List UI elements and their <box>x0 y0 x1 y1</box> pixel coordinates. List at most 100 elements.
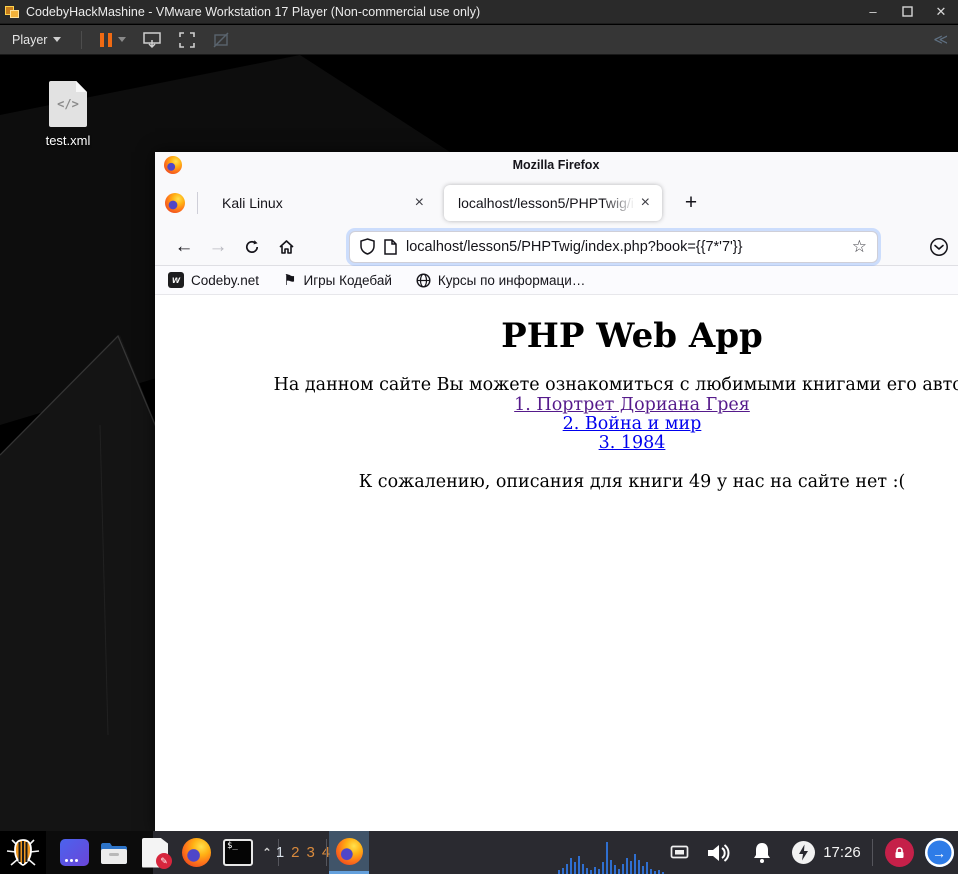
desktop-file-label: test.xml <box>45 133 91 148</box>
player-menu[interactable]: Player <box>0 25 71 54</box>
firefox-logo-icon <box>165 193 185 213</box>
url-input[interactable]: localhost/lesson5/PHPTwig/index.php?book… <box>406 239 844 255</box>
desktop: </> test.xml Mozilla Firefox Kali Linux … <box>0 55 958 831</box>
xml-file-icon: </> <box>49 81 87 127</box>
vmware-titlebar: CodebyHackMashine - VMware Workstation 1… <box>0 0 958 24</box>
bookmark-label: Игры Кодебай <box>303 272 392 288</box>
app-launcher-button[interactable] <box>56 831 92 874</box>
collapse-toolbar-icon[interactable]: ≪ <box>933 31 948 48</box>
bell-icon <box>754 842 770 863</box>
intro-text: На данном сайте Вы можете ознакомиться с… <box>273 375 958 395</box>
close-tab-icon[interactable]: × <box>639 195 652 211</box>
text-editor-button[interactable]: ✎ <box>137 831 173 874</box>
home-icon <box>278 239 294 254</box>
folder-icon <box>101 842 127 864</box>
vmware-window-controls: – ✕ <box>856 0 958 23</box>
panel-divider <box>326 839 327 866</box>
firefox-window: Mozilla Firefox Kali Linux × localhost/l… <box>155 152 958 831</box>
back-button[interactable]: ← <box>167 232 201 262</box>
page-content: PHP Web App На данном сайте Вы можете оз… <box>155 295 958 831</box>
send-ctrl-alt-del-button[interactable] <box>134 25 170 54</box>
taskbar: ✎ $_ ⌃ 1 2 3 4 <box>0 831 958 874</box>
fullscreen-button[interactable] <box>170 25 204 54</box>
workspace-1[interactable]: 1 <box>276 844 284 861</box>
bookmark-igry-kodebay[interactable]: ⚑ Игры Кодебай <box>283 271 392 289</box>
disabled-display-icon <box>213 32 229 47</box>
close-tab-icon[interactable]: × <box>413 195 426 211</box>
link-book-3[interactable]: 3. 1984 <box>155 433 958 453</box>
page-title: PHP Web App <box>501 316 763 356</box>
book-links: 1. Портрет Дориана Грея 2. Война и мир 3… <box>155 395 958 454</box>
panel-divider <box>872 839 873 866</box>
url-bar[interactable]: localhost/lesson5/PHPTwig/index.php?book… <box>350 231 877 262</box>
bookmarks-toolbar: w Codeby.net ⚑ Игры Кодебай Курсы по инф… <box>155 266 958 295</box>
display-settings-tray[interactable] <box>664 831 694 874</box>
codeby-icon: w <box>168 272 184 288</box>
power-bolt-icon <box>791 841 815 864</box>
pocket-button[interactable] <box>929 237 949 257</box>
page-info-icon[interactable] <box>384 238 397 255</box>
vmware-window-title: CodebyHackMashine - VMware Workstation 1… <box>26 4 481 19</box>
bookmark-codeby[interactable]: w Codeby.net <box>168 272 259 288</box>
new-tab-button[interactable]: + <box>676 188 706 218</box>
applications-menu-button[interactable] <box>0 831 46 874</box>
clock[interactable]: 17:26 <box>818 831 866 874</box>
flag-icon: ⚑ <box>283 272 297 289</box>
firefox-launcher-button[interactable] <box>178 831 214 874</box>
speaker-icon <box>708 843 730 862</box>
unity-mode-button-disabled <box>204 25 238 54</box>
bookmark-label: Курсы по информаци… <box>437 272 586 288</box>
bookmark-star-icon[interactable]: ☆ <box>852 237 867 257</box>
monitor-arrow-icon <box>143 31 162 48</box>
home-button[interactable] <box>269 232 303 262</box>
reload-button[interactable] <box>235 232 269 262</box>
chevron-down-icon <box>53 37 62 42</box>
lock-icon <box>884 838 914 867</box>
workspace-3[interactable]: 3 <box>307 844 315 861</box>
close-icon[interactable]: ✕ <box>924 0 958 23</box>
panel-expand-button[interactable]: ⌃ <box>257 831 277 874</box>
maximize-icon[interactable] <box>890 0 924 23</box>
navigation-toolbar: ← → localhost/lesson5/PHPTwig/index.php?… <box>155 228 958 266</box>
workspace-switcher[interactable]: 1 2 3 4 <box>276 831 330 874</box>
notifications-tray[interactable] <box>744 831 780 874</box>
firefox-logo-icon <box>181 838 211 867</box>
forward-button: → <box>208 235 228 257</box>
reload-icon <box>245 239 259 253</box>
bookmark-label: Codeby.net <box>191 272 260 288</box>
desktop-file-testxml[interactable]: </> test.xml <box>28 81 108 148</box>
logout-button[interactable]: → <box>920 831 958 874</box>
app-grid-icon <box>59 839 89 866</box>
toolbar-divider <box>81 30 83 49</box>
display-icon <box>670 845 688 858</box>
tab-localhost-active[interactable]: localhost/lesson5/PHPTwig/i × <box>444 185 662 221</box>
firefox-window-title: Mozilla Firefox <box>512 158 600 172</box>
lock-screen-button[interactable] <box>880 831 918 874</box>
tab-label: localhost/lesson5/PHPTwig/i <box>458 195 634 211</box>
vmware-toolbar: Player ≪ <box>0 25 958 55</box>
volume-tray[interactable] <box>700 831 738 874</box>
tracking-shield-icon[interactable] <box>360 238 375 255</box>
tab-kali-linux[interactable]: Kali Linux × <box>208 185 436 221</box>
pause-icon <box>100 32 113 47</box>
workspace-2[interactable]: 2 <box>291 844 299 861</box>
fullscreen-icon <box>179 31 196 48</box>
link-book-2[interactable]: 2. Война и мир <box>155 414 958 434</box>
kali-bug-icon <box>6 839 40 867</box>
globe-icon <box>416 272 431 288</box>
file-manager-button[interactable] <box>96 831 132 874</box>
link-book-1[interactable]: 1. Портрет Дориана Грея <box>155 395 958 415</box>
logout-arrow-icon: → <box>924 838 954 867</box>
power-manager-tray[interactable] <box>786 831 820 874</box>
bookmark-kursy[interactable]: Курсы по информаци… <box>416 273 585 288</box>
terminal-launcher-button[interactable]: $_ <box>219 831 257 874</box>
firefox-task-button-active[interactable] <box>329 831 369 874</box>
tab-label: Kali Linux <box>222 195 283 211</box>
suspend-vm-button[interactable] <box>92 25 134 54</box>
terminal-icon: $_ <box>223 839 253 866</box>
chevron-down-icon <box>118 37 127 42</box>
minimize-icon[interactable]: – <box>856 0 890 23</box>
tab-divider <box>197 192 198 214</box>
pencil-badge-icon: ✎ <box>156 853 172 869</box>
firefox-titlebar: Mozilla Firefox <box>155 152 958 178</box>
